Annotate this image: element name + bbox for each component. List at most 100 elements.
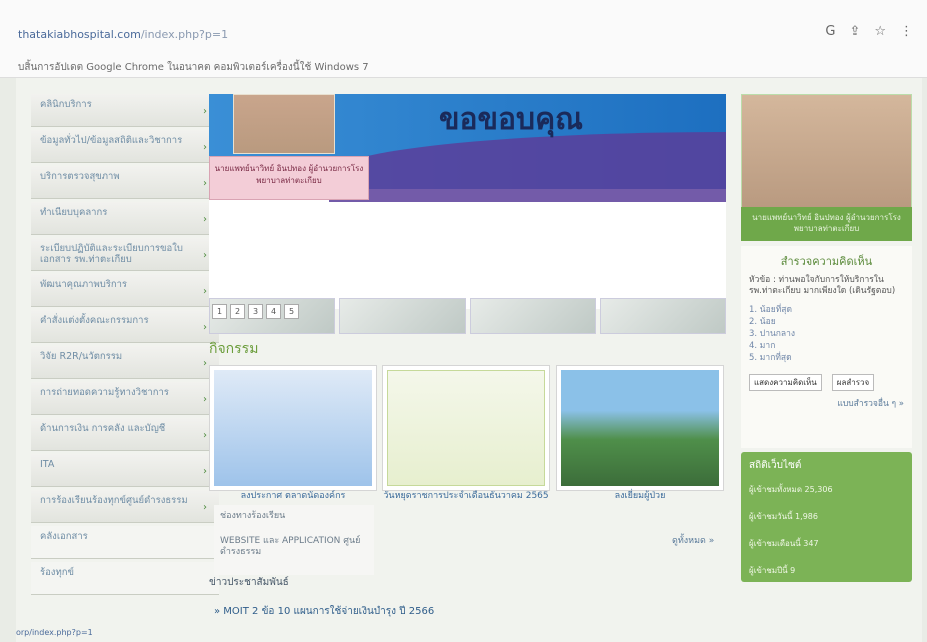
sidebar-item-label: ร้องทุกข์: [40, 567, 74, 578]
see-all-link[interactable]: ดูทั้งหมด »: [672, 533, 714, 547]
sidebar-item-label: ทำเนียบบุคลากร: [40, 207, 108, 218]
sidebar-item-label: พัฒนาคุณภาพบริการ: [40, 279, 128, 290]
poll-option[interactable]: 4. มาก: [749, 341, 904, 352]
sidebar-item-clinic[interactable]: คลินิกบริการ ›: [31, 94, 219, 127]
vote-button[interactable]: แสดงความคิดเห็น: [749, 374, 822, 391]
stat-row: ผู้เข้าชมวันนี้ 1,986: [749, 512, 818, 521]
slide-pager: 1 2 3 4 5: [212, 304, 299, 319]
activity-image: [561, 370, 719, 486]
sidebar-item-finance[interactable]: ด้านการเงิน การคลัง และบัญชี ›: [31, 418, 219, 451]
hero-banner[interactable]: ขอขอบคุณ นายแพทย์นาวิทย์ อินปทอง ผู้อำนว…: [209, 94, 726, 309]
sidebar-item-checkup[interactable]: บริการตรวจสุขภาพ ›: [31, 166, 219, 199]
poll-buttons: แสดงความคิดเห็น ผลสำรวจ: [749, 374, 904, 391]
chevron-right-icon: ›: [203, 214, 207, 225]
director-portrait: [741, 94, 912, 209]
sidebar-item-staff[interactable]: ทำเนียบบุคลากร ›: [31, 202, 219, 235]
stat-row: ผู้เข้าชมทั้งหมด 25,306: [749, 485, 833, 494]
banner-title: ขอขอบคุณ: [439, 102, 583, 137]
stat-row: ผู้เข้าชมปีนี้ 9: [749, 566, 796, 575]
chevron-right-icon: ›: [203, 322, 207, 333]
visitor-stats: สถิติเว็บไซต์ ผู้เข้าชมทั้งหมด 25,306 ผู…: [741, 452, 912, 582]
pager-3[interactable]: 3: [248, 304, 263, 319]
chevron-right-icon: ›: [203, 250, 207, 261]
sidebar-item-label: บริการตรวจสุขภาพ: [40, 171, 120, 182]
activity-label[interactable]: วันหยุดราชการประจำเดือนธันวาคม 2565: [382, 491, 550, 502]
slide-thumbnail[interactable]: [339, 298, 466, 334]
pager-4[interactable]: 4: [266, 304, 281, 319]
menu-icon[interactable]: ⋮: [900, 24, 913, 39]
sidebar-item-complaint-center[interactable]: การร้องเรียนร้องทุกข์ศูนย์ดำรงธรรม ›: [31, 490, 219, 523]
poll-option[interactable]: 1. น้อยที่สุด: [749, 305, 904, 316]
pager-5[interactable]: 5: [284, 304, 299, 319]
poll-option[interactable]: 3. ปานกลาง: [749, 329, 904, 340]
address-bar[interactable]: thatakiabhospital.com/index.php?p=1: [18, 28, 228, 41]
poll-panel: สำรวจความคิดเห็น หัวข้อ : ท่านพอใจกับการ…: [741, 246, 912, 448]
url-host: thatakiabhospital.com: [18, 28, 141, 41]
sidebar-item-label: คลินิกบริการ: [40, 99, 92, 110]
news-heading: ข่าวประชาสัมพันธ์: [209, 577, 289, 588]
activity-card[interactable]: [556, 365, 724, 491]
chevron-right-icon: ›: [203, 106, 207, 117]
pager-2[interactable]: 2: [230, 304, 245, 319]
activity-image: [214, 370, 372, 486]
sidebar-item-label: คำสั่งแต่งตั้งคณะกรรมการ: [40, 315, 149, 326]
director-caption: นายแพทย์นาวิทย์ อินปทอง ผู้อำนวยการโรงพย…: [741, 207, 912, 241]
submenu-item-channels[interactable]: ช่องทางร้องเรียน: [220, 511, 368, 522]
sidebar-item-documents[interactable]: คลังเอกสาร: [31, 526, 219, 559]
submenu-item-website[interactable]: WEBSITE และ APPLICATION ศูนย์ดำรงธรรม: [220, 536, 368, 558]
chrome-notice: บสิ้นการอัปเดต Google Chrome ในอนาคต คอม…: [18, 62, 369, 73]
sidebar-item-label: ITA: [40, 459, 55, 470]
poll-option[interactable]: 5. มากที่สุด: [749, 353, 904, 364]
stats-title: สถิติเว็บไซต์: [749, 460, 802, 471]
sidebar-item-label: ข้อมูลทั่วไป/ข้อมูลสถิติและวิชาการ: [40, 135, 183, 146]
sidebar-item-committee[interactable]: คำสั่งแต่งตั้งคณะกรรมการ ›: [31, 310, 219, 343]
chevron-right-icon: ›: [203, 430, 207, 441]
complaint-submenu: ช่องทางร้องเรียน WEBSITE และ APPLICATION…: [214, 505, 374, 575]
sidebar-item-info[interactable]: ข้อมูลทั่วไป/ข้อมูลสถิติและวิชาการ ›: [31, 130, 219, 163]
poll-option[interactable]: 2. น้อย: [749, 317, 904, 328]
activity-label[interactable]: ลงประกาศ ตลาดนัดองค์กร: [209, 491, 377, 502]
sidebar-item-quality[interactable]: พัฒนาคุณภาพบริการ ›: [31, 274, 219, 307]
news-link[interactable]: » MOIT 2 ข้อ 10 แผนการใช้จ่ายเงินบำรุง ป…: [214, 604, 434, 619]
slide-thumbnail[interactable]: [469, 298, 596, 334]
sidebar-item-knowledge[interactable]: การถ่ายทอดความรู้ทางวิชาการ ›: [31, 382, 219, 415]
sidebar-item-regulations[interactable]: ระเบียบปฏิบัติและระเบียบการขอใบเอกสาร รพ…: [31, 238, 219, 271]
results-button[interactable]: ผลสำรวจ: [831, 374, 875, 391]
google-icon[interactable]: G: [825, 24, 835, 39]
status-bar-url: orp/index.php?p=1: [16, 628, 93, 637]
director-photo: [233, 94, 335, 154]
chevron-right-icon: ›: [203, 466, 207, 477]
sidebar-item-label: คลังเอกสาร: [40, 531, 88, 542]
chevron-right-icon: ›: [203, 178, 207, 189]
browser-toolbar: thatakiabhospital.com/index.php?p=1 G ⇪ …: [0, 0, 927, 78]
poll-question: หัวข้อ : ท่านพอใจกับการให้บริการใน รพ.ท่…: [749, 275, 896, 296]
chevron-right-icon: ›: [203, 502, 207, 513]
activities-title: กิจกรรม: [209, 341, 259, 357]
activity-card[interactable]: [382, 365, 550, 491]
pager-1[interactable]: 1: [212, 304, 227, 319]
activity-card[interactable]: [209, 365, 377, 491]
url-path: /index.php?p=1: [140, 28, 229, 41]
slide-thumbnail[interactable]: [599, 298, 726, 334]
other-polls-link[interactable]: แบบสำรวจอื่น ๆ »: [749, 399, 904, 410]
sidebar-item-ita[interactable]: ITA ›: [31, 454, 219, 487]
sidebar-item-research[interactable]: วิจัย R2R/นวัตกรรม ›: [31, 346, 219, 379]
sidebar-item-label: ด้านการเงิน การคลัง และบัญชี: [40, 423, 166, 434]
sidebar-item-label: ระเบียบปฏิบัติและระเบียบการขอใบเอกสาร รพ…: [40, 243, 183, 265]
chevron-right-icon: ›: [203, 358, 207, 369]
sidebar-item-complaint[interactable]: ร้องทุกข์: [31, 562, 219, 595]
share-icon[interactable]: ⇪: [849, 24, 860, 39]
banner-caption: นายแพทย์นาวิทย์ อินปทอง ผู้อำนวยการโรงพย…: [209, 156, 369, 200]
activity-image: [387, 370, 545, 486]
chevron-right-icon: ›: [203, 142, 207, 153]
sidebar-item-label: การร้องเรียนร้องทุกข์ศูนย์ดำรงธรรม: [40, 495, 188, 506]
sidebar-item-label: การถ่ายทอดความรู้ทางวิชาการ: [40, 387, 169, 398]
activity-label[interactable]: ลงเยี่ยมผู้ป่วย: [556, 491, 724, 502]
stat-row: ผู้เข้าชมเดือนนี้ 347: [749, 539, 819, 548]
chevron-right-icon: ›: [203, 286, 207, 297]
star-icon[interactable]: ☆: [874, 24, 886, 39]
chevron-right-icon: ›: [203, 394, 207, 405]
sidebar-item-label: วิจัย R2R/นวัตกรรม: [40, 351, 123, 362]
page: คลินิกบริการ › ข้อมูลทั่วไป/ข้อมูลสถิติแล…: [16, 78, 922, 642]
sidebar-menu: คลินิกบริการ › ข้อมูลทั่วไป/ข้อมูลสถิติแล…: [31, 94, 219, 616]
